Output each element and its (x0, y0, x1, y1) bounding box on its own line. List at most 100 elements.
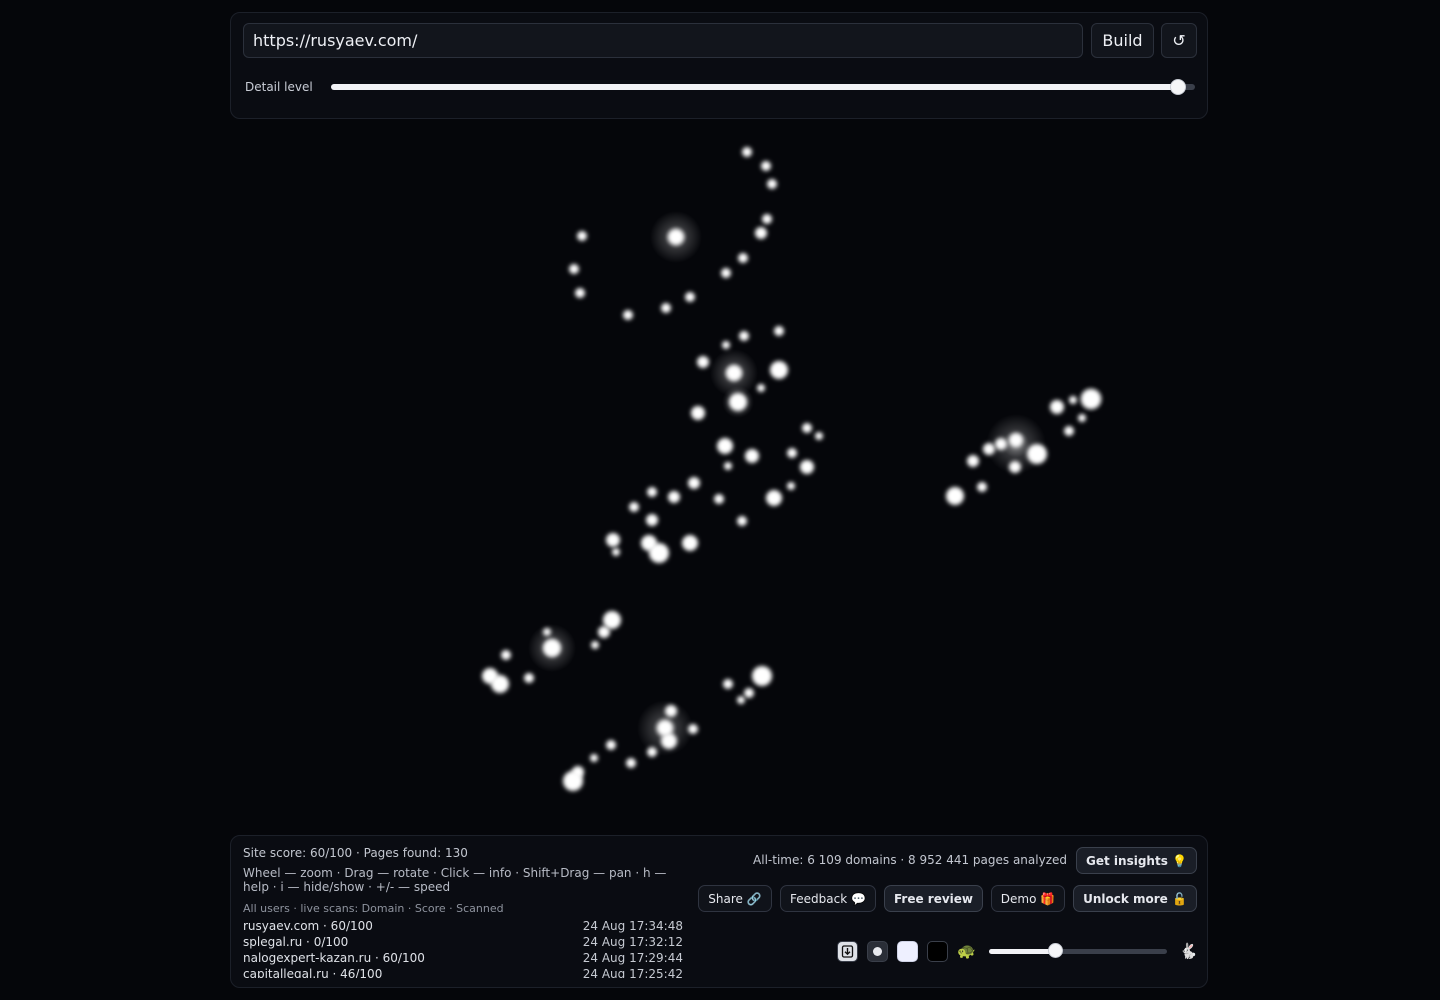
scan-domain: splegal.ru · 0/100 (243, 935, 349, 949)
graph-node[interactable] (688, 724, 698, 734)
graph-node[interactable] (543, 639, 561, 657)
graph-node[interactable] (685, 292, 695, 302)
graph-node[interactable] (800, 460, 814, 474)
graph-node[interactable] (1009, 433, 1023, 447)
graph-node[interactable] (738, 253, 748, 263)
graph-node[interactable] (691, 406, 705, 420)
speed-thumb[interactable] (1047, 943, 1063, 958)
build-button[interactable]: Build (1091, 23, 1154, 58)
graph-node[interactable] (721, 268, 731, 278)
speed-slider[interactable] (989, 943, 1167, 958)
graph-node[interactable] (745, 449, 759, 463)
graph-node[interactable] (774, 326, 784, 336)
graph-node[interactable] (1069, 396, 1077, 404)
scan-row[interactable]: rusyaev.com · 60/100 24 Aug 17:34:48 (243, 918, 683, 934)
graph-node[interactable] (742, 147, 752, 157)
graph-node[interactable] (1078, 414, 1086, 422)
scan-row[interactable]: splegal.ru · 0/100 24 Aug 17:32:12 (243, 934, 683, 950)
dark-theme-button[interactable] (927, 941, 948, 962)
graph-node[interactable] (661, 303, 671, 313)
graph-node[interactable] (752, 666, 772, 686)
graph-node[interactable] (946, 487, 964, 505)
graph-node[interactable] (737, 516, 747, 526)
graph-node[interactable] (761, 161, 771, 171)
graph-node[interactable] (591, 641, 599, 649)
graph-node[interactable] (661, 733, 677, 749)
scan-row[interactable]: nalogexpert-kazan.ru · 60/100 24 Aug 17:… (243, 950, 683, 966)
graph-node[interactable] (668, 229, 684, 245)
graph-node[interactable] (757, 384, 765, 392)
graph-node[interactable] (995, 438, 1007, 450)
scan-row[interactable]: capitallegal.ru · 46/100 24 Aug 17:25:42 (243, 966, 683, 978)
graph-node[interactable] (723, 679, 733, 689)
graph-node[interactable] (717, 438, 733, 454)
graph-node[interactable] (755, 227, 767, 239)
graph-node[interactable] (569, 264, 579, 274)
graph-node[interactable] (647, 747, 657, 757)
graph-node[interactable] (737, 696, 745, 704)
graph-node[interactable] (688, 477, 700, 489)
graph-node[interactable] (724, 462, 732, 470)
graph-node[interactable] (665, 705, 677, 717)
get-insights-button[interactable]: Get insights 💡 (1076, 847, 1197, 874)
graph-node[interactable] (649, 543, 669, 563)
graph-node[interactable] (815, 432, 823, 440)
unlock-more-button[interactable]: Unlock more 🔓 (1073, 885, 1197, 912)
graph-node[interactable] (682, 535, 698, 551)
graph-node[interactable] (623, 310, 633, 320)
scan-time: 24 Aug 17:32:12 (582, 935, 683, 949)
free-review-button[interactable]: Free review (884, 885, 983, 912)
graph-node[interactable] (543, 628, 551, 636)
detail-level-thumb[interactable] (1169, 79, 1186, 95)
graph-node[interactable] (646, 514, 658, 526)
graph-node[interactable] (766, 490, 782, 506)
graph-node[interactable] (787, 448, 797, 458)
graph-node[interactable] (722, 341, 730, 349)
graph-node[interactable] (967, 455, 979, 467)
scan-time: 24 Aug 17:29:44 (582, 951, 683, 965)
graph-node[interactable] (1009, 461, 1021, 473)
download-button[interactable] (837, 941, 858, 962)
graph-node[interactable] (744, 688, 754, 698)
graph-node[interactable] (802, 423, 812, 433)
graph-node[interactable] (1064, 426, 1074, 436)
graph-node[interactable] (606, 740, 616, 750)
graph-node[interactable] (626, 758, 636, 768)
graph-node[interactable] (983, 443, 995, 455)
refresh-button[interactable]: ↺ (1161, 23, 1197, 58)
graph-node[interactable] (501, 650, 511, 660)
graph-node[interactable] (697, 356, 709, 368)
graph-node[interactable] (577, 231, 587, 241)
graph-node[interactable] (714, 494, 724, 504)
graph-node[interactable] (606, 533, 620, 547)
dot-style-button[interactable] (867, 941, 888, 962)
graph-node[interactable] (524, 673, 534, 683)
graph-node[interactable] (767, 179, 777, 189)
demo-button[interactable]: Demo 🎁 (991, 885, 1065, 912)
light-theme-button[interactable] (897, 941, 918, 962)
graph-node[interactable] (1050, 400, 1064, 414)
graph-node[interactable] (575, 288, 585, 298)
share-button[interactable]: Share 🔗 (698, 885, 772, 912)
graph-node[interactable] (1027, 444, 1047, 464)
site-graph-canvas[interactable] (0, 120, 1440, 830)
graph-node[interactable] (770, 361, 788, 379)
graph-node[interactable] (977, 482, 987, 492)
graph-node[interactable] (729, 393, 747, 411)
graph-node[interactable] (629, 502, 639, 512)
graph-node[interactable] (491, 675, 509, 693)
graph-node[interactable] (1081, 389, 1101, 409)
graph-node[interactable] (612, 548, 620, 556)
graph-node[interactable] (787, 482, 795, 490)
detail-level-slider[interactable] (331, 79, 1195, 95)
graph-node[interactable] (563, 771, 583, 791)
graph-node[interactable] (762, 214, 772, 224)
url-input[interactable] (243, 23, 1083, 58)
graph-node[interactable] (647, 487, 657, 497)
graph-node[interactable] (668, 491, 680, 503)
feedback-button[interactable]: Feedback 💬 (780, 885, 876, 912)
graph-node[interactable] (726, 365, 742, 381)
graph-node[interactable] (590, 754, 598, 762)
graph-node[interactable] (739, 331, 749, 341)
graph-node[interactable] (598, 626, 610, 638)
